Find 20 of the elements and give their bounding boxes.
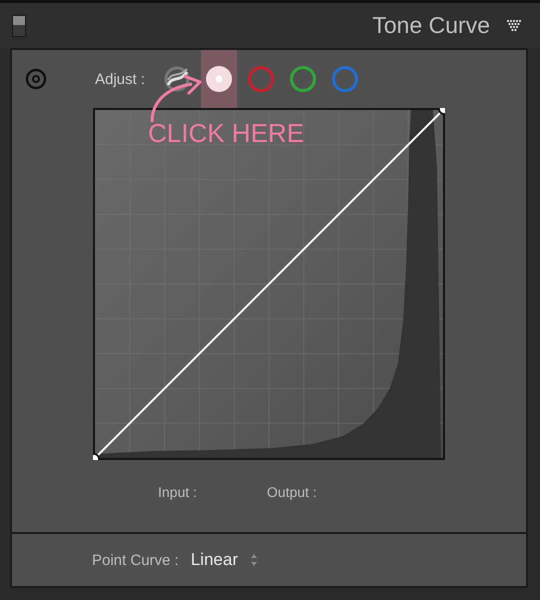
point-curve-label: Point Curve : — [92, 552, 179, 569]
point-curve-dropdown[interactable]: Linear — [190, 550, 258, 570]
output-label: Output : — [266, 484, 317, 500]
disc-icon — [205, 65, 234, 93]
ring-icon — [331, 65, 360, 93]
curve-icon — [163, 65, 192, 93]
collapse-icon[interactable] — [506, 18, 522, 32]
ring-icon — [247, 65, 276, 93]
curve-point[interactable] — [438, 108, 445, 115]
channel-button[interactable] — [201, 50, 238, 108]
panel-toggle[interactable] — [12, 14, 26, 36]
up-down-arrows-icon — [250, 553, 258, 568]
annotation-arrow — [148, 72, 204, 124]
input-label: Input : — [158, 484, 197, 500]
ring-icon — [289, 65, 318, 93]
panel-title: Tone Curve — [372, 12, 490, 39]
adjust-label: Adjust : — [95, 70, 146, 88]
target-adjust-icon[interactable] — [25, 68, 47, 90]
annotation-text: CLICK HERE — [148, 118, 304, 149]
curve-point[interactable] — [93, 453, 100, 460]
